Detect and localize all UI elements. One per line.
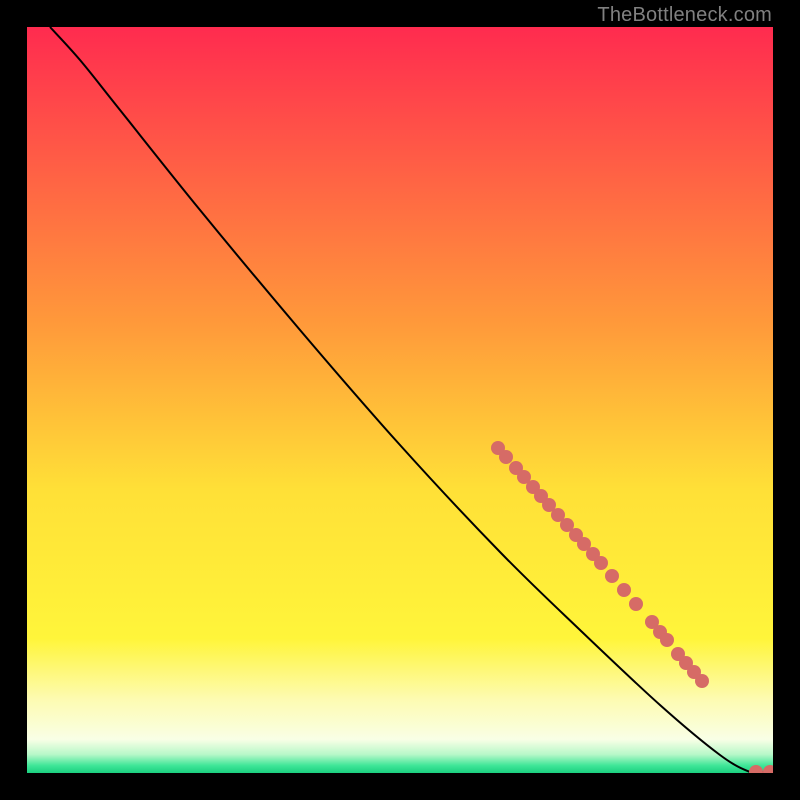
marker-dot: [695, 674, 709, 688]
marker-dot: [605, 569, 619, 583]
marker-dot: [763, 765, 777, 779]
marker-dot: [617, 583, 631, 597]
marker-dot: [594, 556, 608, 570]
marker-dot: [499, 450, 513, 464]
marker-dot: [629, 597, 643, 611]
chart-stage: TheBottleneck.com: [0, 0, 800, 800]
chart-svg: [0, 0, 800, 800]
plot-background: [27, 27, 773, 773]
marker-dot: [749, 765, 763, 779]
marker-dot: [660, 633, 674, 647]
